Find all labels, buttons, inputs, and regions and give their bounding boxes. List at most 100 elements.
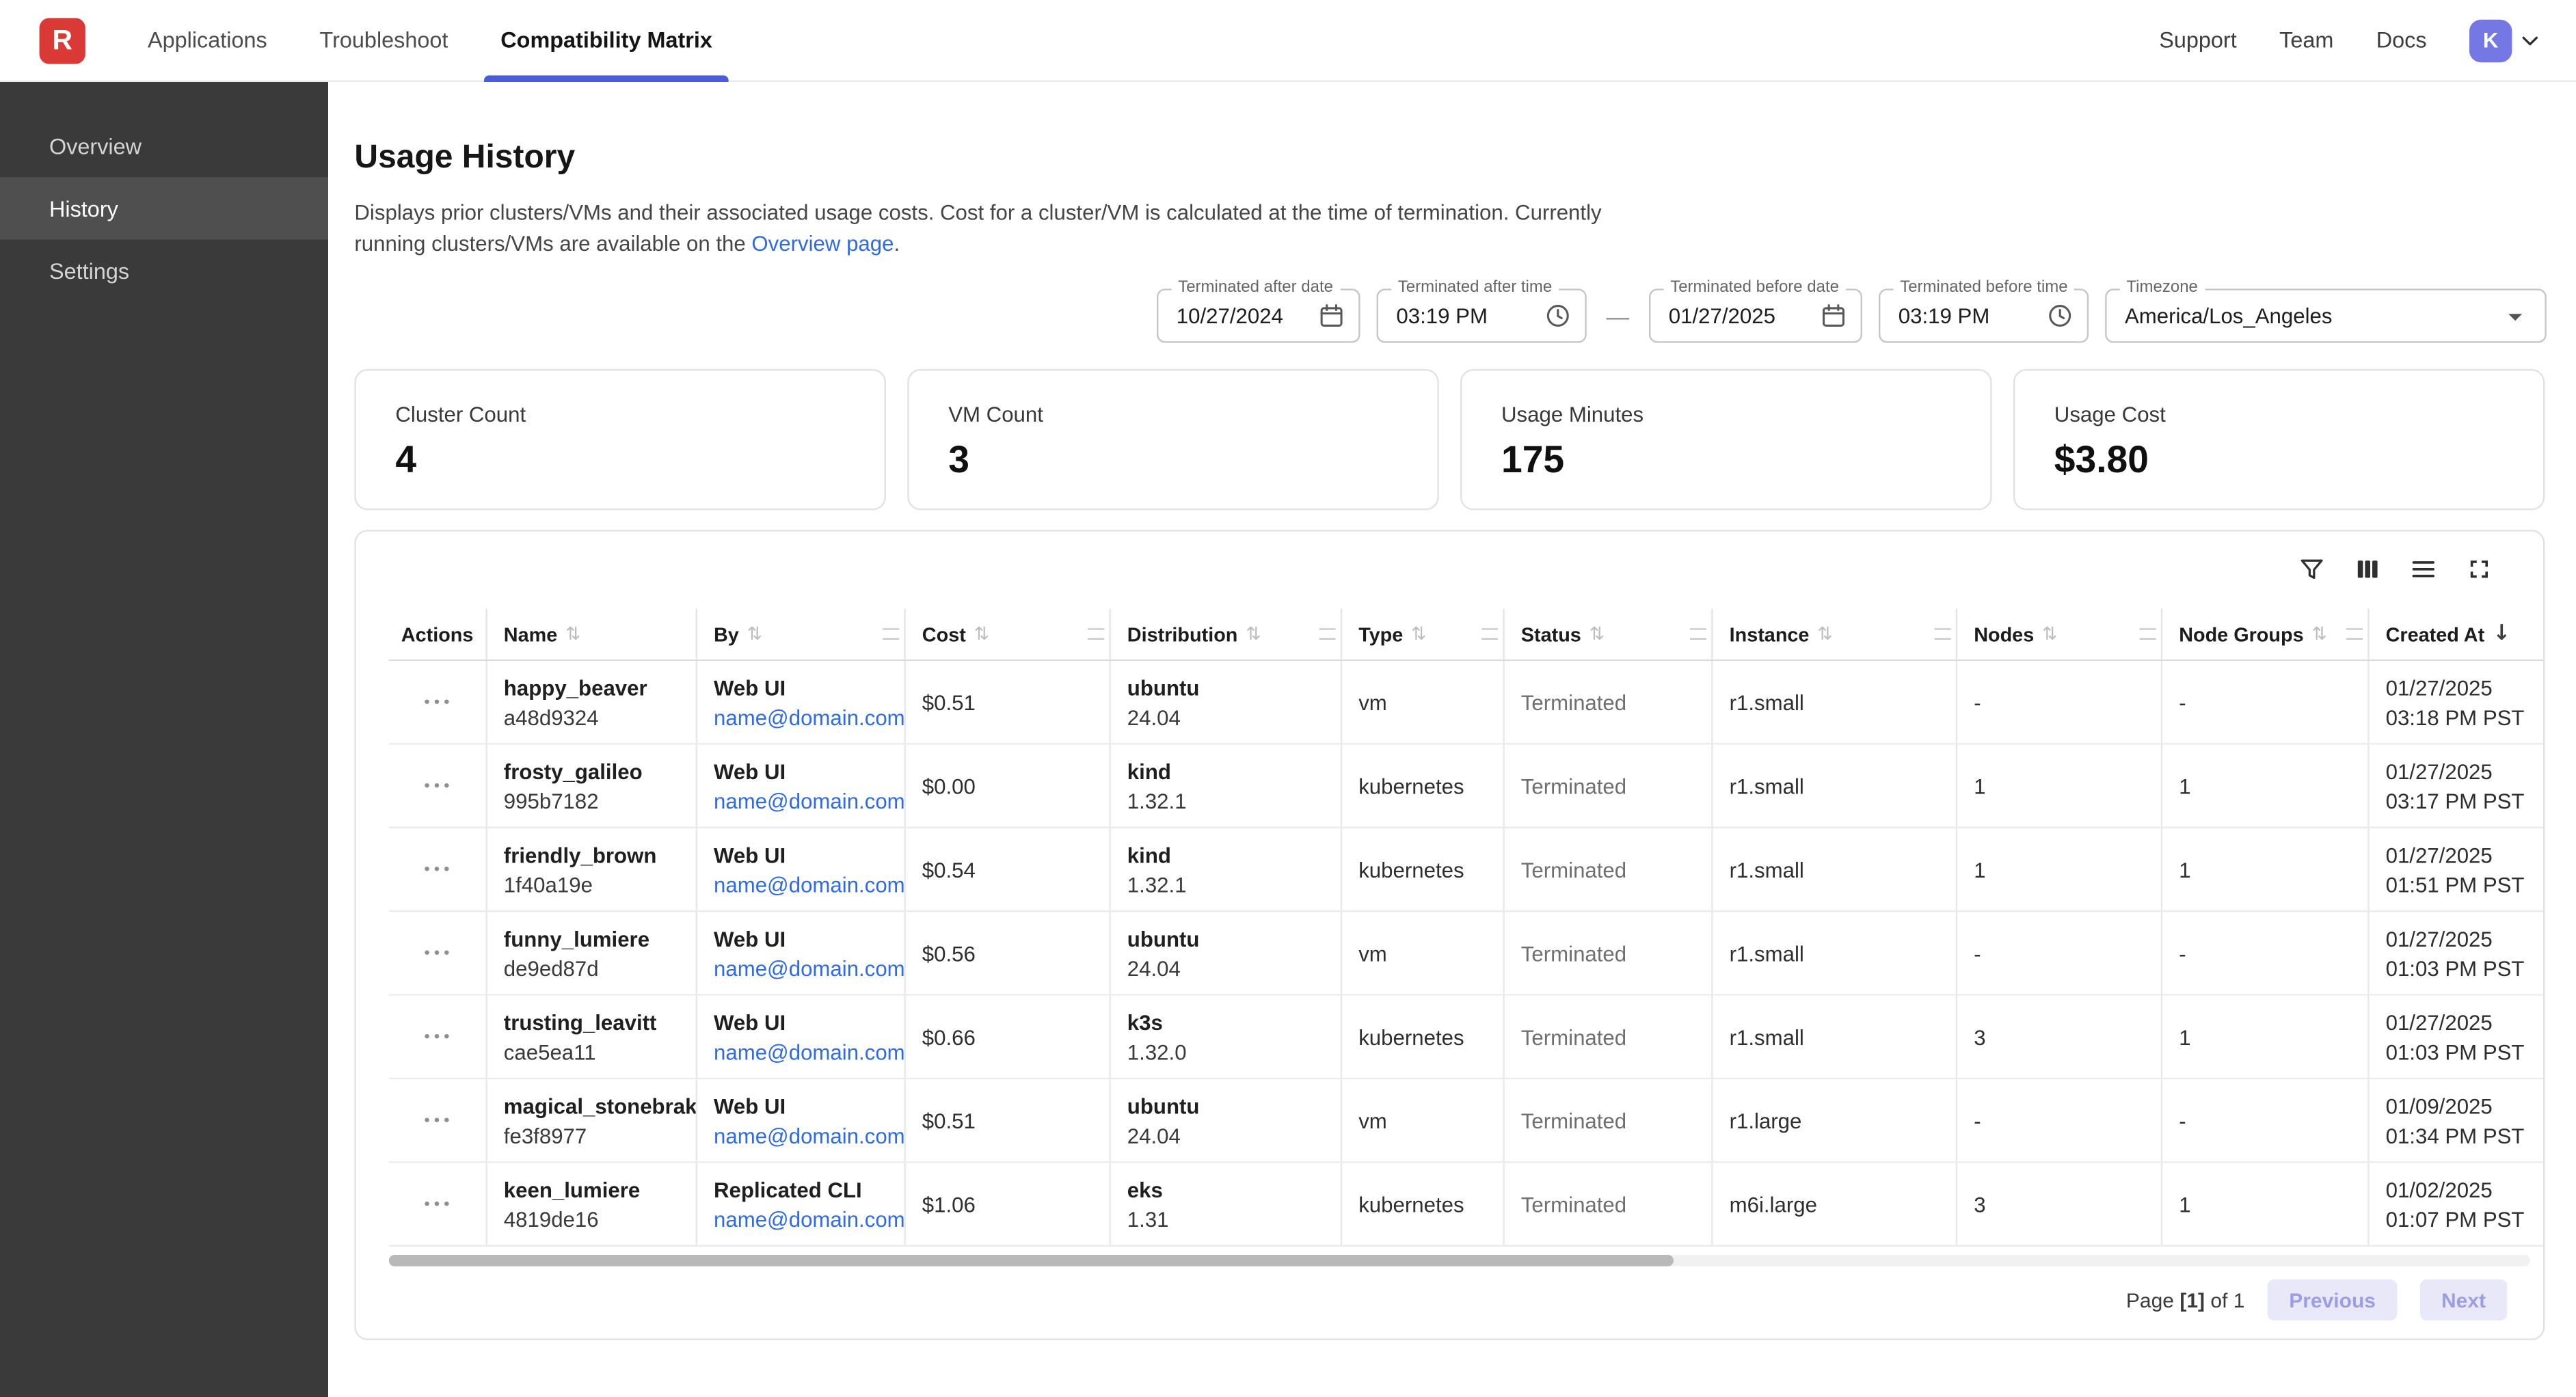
page-indicator: Page [1] of 1	[2126, 1288, 2245, 1312]
fullscreen-icon[interactable]	[2465, 554, 2494, 584]
clock-icon[interactable]	[1544, 302, 1572, 330]
stats-row: Cluster Count 4 VM Count 3 Usage Minutes…	[354, 369, 2545, 510]
column-header-cost[interactable]: Cost⇅	[906, 608, 1111, 659]
filter-icon[interactable]	[2297, 554, 2326, 584]
column-resize-handle[interactable]	[1690, 627, 1706, 639]
density-icon[interactable]	[2409, 554, 2438, 584]
column-header-instance[interactable]: Instance⇅	[1713, 608, 1958, 659]
cell-instance-value: r1.large	[1730, 1108, 1940, 1132]
cell-cost: $0.56	[906, 912, 1111, 994]
row-actions-button[interactable]: •••	[418, 770, 457, 802]
cell-created-at: 01/27/202503:17 PM PST	[2370, 745, 2545, 827]
column-header-name[interactable]: Name⇅	[487, 608, 697, 659]
nav-team[interactable]: Team	[2279, 28, 2333, 53]
created-by-email-link[interactable]: name@domain.com	[714, 788, 887, 813]
created-date: 01/27/2025	[2386, 675, 2530, 700]
column-header-by[interactable]: By⇅	[697, 608, 906, 659]
cell-node-groups-value: 1	[2179, 1025, 2351, 1049]
created-by-source: Web UI	[714, 1009, 887, 1034]
nav-applications[interactable]: Applications	[131, 0, 284, 81]
horizontal-scrollbar-thumb[interactable]	[389, 1255, 1674, 1266]
cell-status: Terminated	[1505, 661, 1713, 743]
column-resize-handle[interactable]	[2140, 627, 2156, 639]
nav-troubleshoot[interactable]: Troubleshoot	[304, 0, 465, 81]
dropdown-arrow-icon[interactable]	[2499, 299, 2532, 332]
cell-nodes: 1	[1957, 745, 2162, 827]
terminated-after-time-input[interactable]: Terminated after time 03:19 PM	[1377, 288, 1587, 342]
columns-icon[interactable]	[2353, 554, 2383, 584]
created-by-email-link[interactable]: name@domain.com	[714, 1206, 887, 1231]
app-root: R Applications Troubleshoot Compatibilit…	[0, 0, 2576, 1397]
column-header-distribution[interactable]: Distribution⇅	[1111, 608, 1342, 659]
column-resize-handle[interactable]	[1088, 627, 1104, 639]
navbar-right: Support Team Docs K	[2159, 0, 2576, 81]
column-header-node-groups[interactable]: Node Groups⇅	[2162, 608, 2369, 659]
cluster-id: de9ed87d	[504, 955, 680, 980]
cluster-name: frosty_galileo	[504, 759, 680, 783]
created-by-email-link[interactable]: name@domain.com	[714, 872, 887, 897]
created-by-email-link[interactable]: name@domain.com	[714, 955, 887, 980]
column-resize-handle[interactable]	[1935, 627, 1951, 639]
column-header-label: Distribution	[1127, 623, 1238, 646]
replicated-logo[interactable]: R	[40, 17, 85, 63]
created-by-email-link[interactable]: name@domain.com	[714, 1039, 887, 1063]
table-row: •••magical_stonebrakerfe3f8977Web UIname…	[389, 1079, 2543, 1163]
sidebar-item-settings[interactable]: Settings	[0, 239, 328, 301]
row-actions-button[interactable]: •••	[418, 686, 457, 718]
column-header-nodes[interactable]: Nodes⇅	[1957, 608, 2162, 659]
row-actions-button[interactable]: •••	[418, 854, 457, 885]
user-menu[interactable]: K	[2469, 19, 2543, 62]
cell-name: frosty_galileo995b7182	[487, 745, 697, 827]
row-actions-button[interactable]: •••	[418, 938, 457, 969]
calendar-icon[interactable]	[1820, 302, 1848, 330]
sidebar-item-overview[interactable]: Overview	[0, 115, 328, 177]
cell-created-at: 01/02/202501:07 PM PST	[2370, 1163, 2545, 1245]
column-resize-handle[interactable]	[2346, 627, 2363, 639]
row-actions-button[interactable]: •••	[418, 1104, 457, 1136]
cell-actions: •••	[389, 828, 487, 910]
nav-compatibility-matrix[interactable]: Compatibility Matrix	[484, 0, 729, 81]
sidebar-item-history[interactable]: History	[0, 177, 328, 239]
overview-page-link[interactable]: Overview page	[751, 231, 894, 256]
row-actions-button[interactable]: •••	[418, 1189, 457, 1220]
nav-support[interactable]: Support	[2159, 28, 2237, 53]
column-header-created-at[interactable]: Created At↓	[2370, 608, 2545, 659]
created-time: 03:18 PM PST	[2386, 705, 2530, 729]
cell-instance: r1.small	[1713, 912, 1958, 994]
previous-page-button[interactable]: Previous	[2268, 1279, 2397, 1320]
nav-docs[interactable]: Docs	[2376, 28, 2427, 53]
cell-type: vm	[1342, 1079, 1505, 1161]
column-header-label: Status	[1521, 623, 1581, 646]
terminated-before-date-input[interactable]: Terminated before date 01/27/2025	[1649, 288, 1862, 342]
cell-distribution: ubuntu24.04	[1111, 1079, 1342, 1161]
cell-distribution: ubuntu24.04	[1111, 661, 1342, 743]
next-page-button[interactable]: Next	[2420, 1279, 2507, 1320]
cell-type-value: kubernetes	[1358, 857, 1486, 882]
row-actions-button[interactable]: •••	[418, 1021, 457, 1053]
created-by-source: Replicated CLI	[714, 1177, 887, 1202]
timezone-select[interactable]: Timezone America/Los_Angeles	[2105, 288, 2547, 342]
terminated-before-time-input[interactable]: Terminated before time 03:19 PM	[1879, 288, 2089, 342]
column-resize-handle[interactable]	[1319, 627, 1336, 639]
column-resize-handle[interactable]	[883, 627, 899, 639]
terminated-after-date-input[interactable]: Terminated after date 10/27/2024	[1157, 288, 1360, 342]
created-by-email-link[interactable]: name@domain.com	[714, 1123, 887, 1148]
created-by-email-link[interactable]: name@domain.com	[714, 705, 887, 729]
cell-node-groups: 1	[2162, 996, 2369, 1078]
cell-status: Terminated	[1505, 1079, 1713, 1161]
calendar-icon[interactable]	[1317, 302, 1345, 330]
cell-distribution: kind1.32.1	[1111, 745, 1342, 827]
clock-icon[interactable]	[2046, 302, 2074, 330]
pagination: Page [1] of 1 Previous Next	[2126, 1279, 2507, 1320]
cell-status: Terminated	[1505, 912, 1713, 994]
date-range-separator: —	[1603, 303, 1633, 329]
column-header-status[interactable]: Status⇅	[1505, 608, 1713, 659]
sort-icon: ⇅	[747, 623, 762, 645]
cell-instance-value: r1.small	[1730, 857, 1940, 882]
distribution-name: eks	[1127, 1177, 1324, 1202]
distribution-version: 1.32.1	[1127, 788, 1324, 813]
cell-by: Web UIname@domain.com	[697, 1079, 906, 1161]
column-resize-handle[interactable]	[1481, 627, 1498, 639]
cell-instance: r1.small	[1713, 828, 1958, 910]
column-header-type[interactable]: Type⇅	[1342, 608, 1505, 659]
